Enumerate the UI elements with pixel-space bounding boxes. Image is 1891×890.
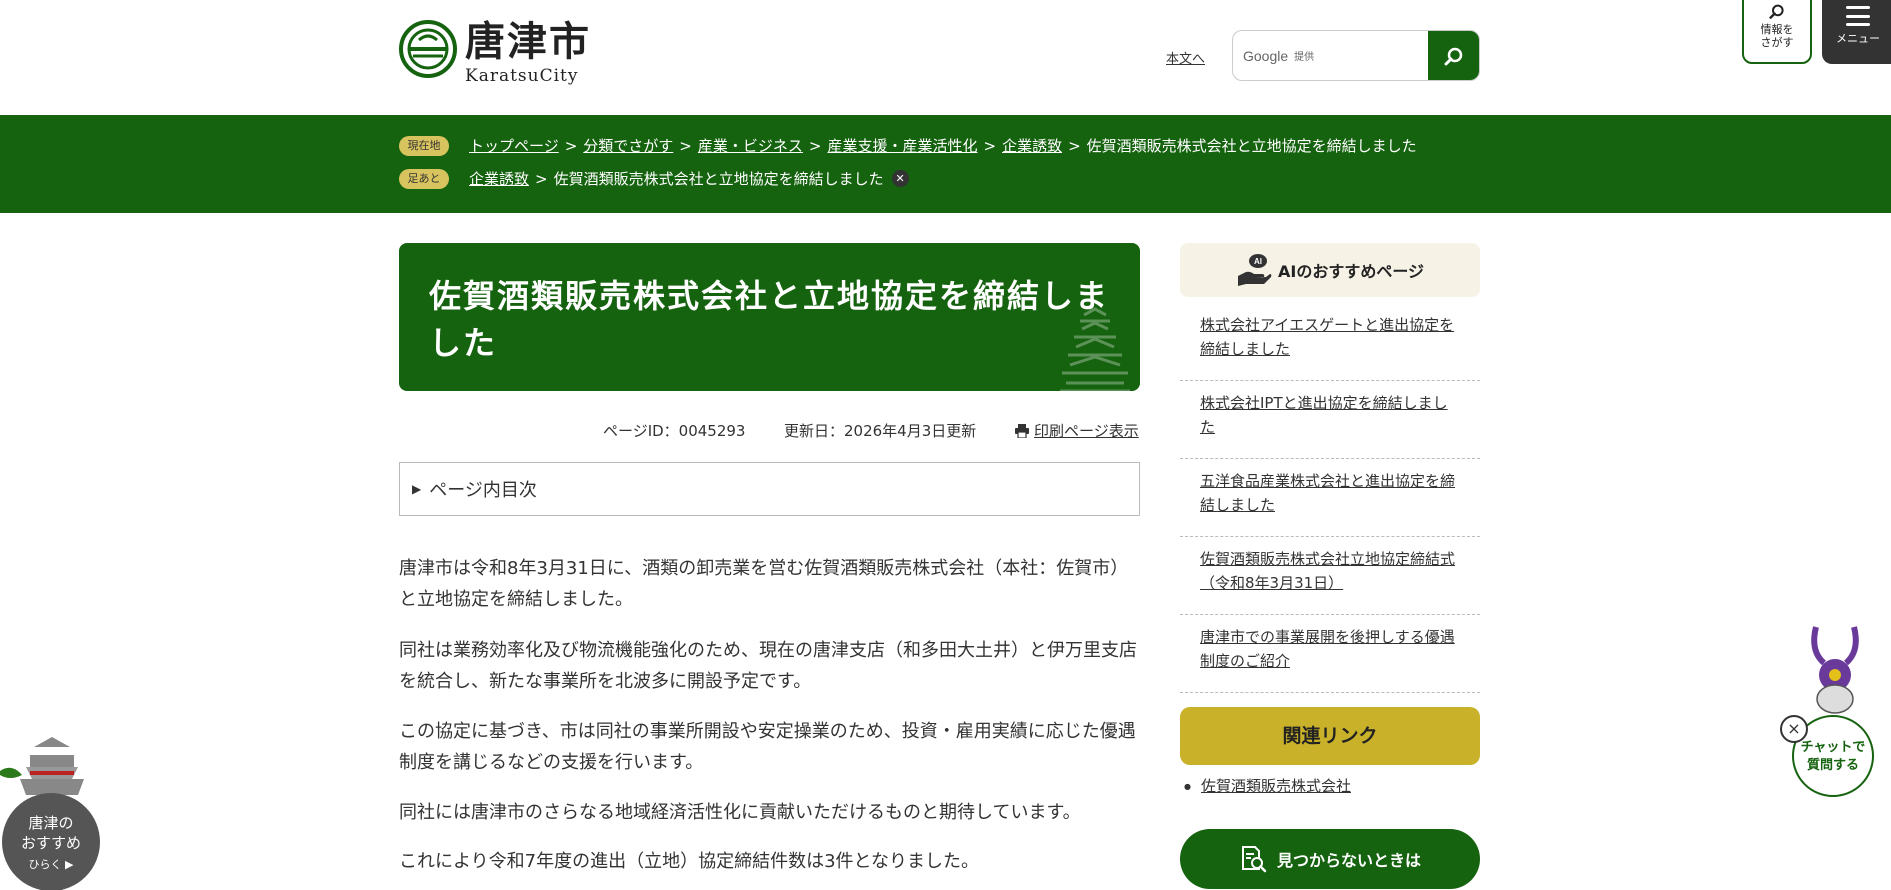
ai-recommend-list: 株式会社アイエスゲートと進出協定を締結しました 株式会社IPTと進出協定を締結し… [1180,303,1480,693]
castle-decoration-icon [1060,307,1130,391]
recommend-bubble: 唐津の おすすめ ひらく ▶ [2,793,100,890]
search-icon [1769,4,1784,19]
mascot-icon [1811,626,1859,714]
history-tag: 足あと [399,168,449,189]
history-trail: 足あと 企業誘致 > 佐賀酒類販売株式会社と立地協定を締結しました ✕ [399,168,909,189]
site-logo[interactable]: 唐津市 KaratsuCity [399,20,591,86]
print-label: 印刷ページ表示 [1034,422,1139,440]
list-item: 佐賀酒類販売株式会社 [1184,775,1351,796]
logo-english: KaratsuCity [465,66,579,86]
not-found-label: 見つからないときは [1276,851,1421,870]
provided-label: 提供 [1294,52,1315,63]
city-emblem-icon [399,20,457,78]
related-links-heading: 関連リンク [1180,707,1480,765]
site-search: Google 提供 [1232,30,1480,81]
not-found-button[interactable]: 見つからないときは [1180,829,1480,889]
close-icon[interactable]: ✕ [891,170,909,187]
recommend-open: ひらく ▶ [28,858,74,871]
article-paragraph: 同社は業務効率化及び物流機能強化のため、現在の唐津支店（和多田大土井）と伊万里支… [399,640,1137,692]
ai-hand-icon: AI [1237,254,1272,286]
list-item: 唐津市での事業展開を後押しする優遇制度のご紹介 [1180,615,1480,693]
ai-recommend-link[interactable]: 五洋食品産業株式会社と進出協定を締結しました [1200,472,1455,514]
page-id: ページID：0045293 [603,422,746,440]
hamburger-icon [1846,6,1870,26]
document-search-icon [1241,846,1267,873]
ai-recommend-header: AI AIのおすすめページ [1180,243,1480,297]
logo-japanese: 唐津市 [465,19,591,65]
article-paragraph: これにより令和7年度の進出（立地）協定締結件数は3件となりました。 [399,851,980,872]
chat-line-2: 質問する [1806,758,1859,773]
menu-button[interactable]: メニュー [1822,0,1891,64]
article-paragraph: 同社には唐津市のさらなる地域経済活性化に貢献いただけるものと期待しています。 [399,802,1081,823]
skip-to-content-link[interactable]: 本文へ [1166,48,1205,67]
page-title: 佐賀酒類販売株式会社と立地協定を締結しました [429,277,1110,362]
article-paragraph: この協定に基づき、市は同社の事業所開設や安定操業のため、投資・雇用実績に応じた優… [399,721,1136,773]
menu-label: メニュー [1836,32,1880,45]
breadcrumb-link-top[interactable]: トップページ [469,135,559,156]
print-page-link[interactable]: 印刷ページ表示 [1014,420,1139,441]
breadcrumb: 現在地 トップページ > 分類でさがす > 産業・ビジネス > 産業支援・産業活… [399,135,1417,156]
recommend-widget[interactable]: 唐津の おすすめ ひらく ▶ [0,735,115,890]
history-current: 佐賀酒類販売株式会社と立地協定を締結しました [553,170,884,188]
triangle-right-icon: ▶ [412,482,422,496]
table-of-contents-toggle[interactable]: ▶ ページ内目次 [399,462,1140,516]
recommend-line-2: おすすめ [20,834,81,852]
find-info-button[interactable]: 情報を さがす [1742,0,1812,64]
list-item: 五洋食品産業株式会社と進出協定を締結しました [1180,459,1480,537]
close-icon[interactable]: × [1780,715,1808,743]
history-link-invitation[interactable]: 企業誘致 [469,168,529,189]
list-item: 株式会社アイエスゲートと進出協定を締結しました [1180,303,1480,381]
chat-line-1: チャットで [1800,740,1866,755]
article-paragraph: 唐津市は令和8年3月31日に、酒類の卸売業を営む佐賀酒類販売株式会社（本社：佐賀… [399,558,1129,610]
search-input[interactable]: Google 提供 [1233,31,1428,80]
printer-icon [1015,423,1029,438]
ai-recommend-link[interactable]: 株式会社アイエスゲートと進出協定を締結しました [1200,316,1454,358]
related-links-list: 佐賀酒類販売株式会社 [1184,775,1351,796]
find-info-label-2: さがす [1760,36,1794,49]
current-location-tag: 現在地 [399,135,449,156]
svg-text:AI: AI [1254,257,1262,266]
chat-widget[interactable]: チャットで 質問する × [1780,615,1880,797]
ai-recommend-title: AIのおすすめページ [1277,262,1425,281]
ai-recommend-link[interactable]: 唐津市での事業展開を後押しする優遇制度のご紹介 [1200,628,1455,670]
breadcrumb-link-invitation[interactable]: 企業誘致 [1002,135,1062,156]
recommend-line-1: 唐津の [28,814,74,832]
breadcrumb-link-support[interactable]: 産業支援・産業活性化 [827,135,977,156]
ai-recommend-link[interactable]: 株式会社IPTと進出協定を締結しました [1200,394,1448,436]
updated-date: 更新日：2026年4月3日更新 [784,422,977,440]
page-title-box: 佐賀酒類販売株式会社と立地協定を締結しました [399,243,1140,391]
breadcrumb-link-industry[interactable]: 産業・ビジネス [698,135,803,156]
google-label: Google [1243,47,1289,64]
site-header: 唐津市 KaratsuCity 本文へ Google 提供 情報を さがす メニ… [0,0,1891,115]
search-icon [1444,47,1462,65]
breadcrumb-link-category[interactable]: 分類でさがす [583,135,673,156]
related-link[interactable]: 佐賀酒類販売株式会社 [1201,777,1351,795]
search-button[interactable] [1428,31,1479,80]
list-item: 佐賀酒類販売株式会社立地協定締結式（令和8年3月31日） [1180,537,1480,615]
breadcrumb-band: 現在地 トップページ > 分類でさがす > 産業・ビジネス > 産業支援・産業活… [0,115,1891,213]
toc-label: ページ内目次 [429,480,537,501]
ai-recommend-link[interactable]: 佐賀酒類販売株式会社立地協定締結式（令和8年3月31日） [1200,550,1455,592]
breadcrumb-current: 佐賀酒類販売株式会社と立地協定を締結しました [1086,137,1417,155]
find-info-label-1: 情報を [1760,23,1794,36]
list-item: 株式会社IPTと進出協定を締結しました [1180,381,1480,459]
